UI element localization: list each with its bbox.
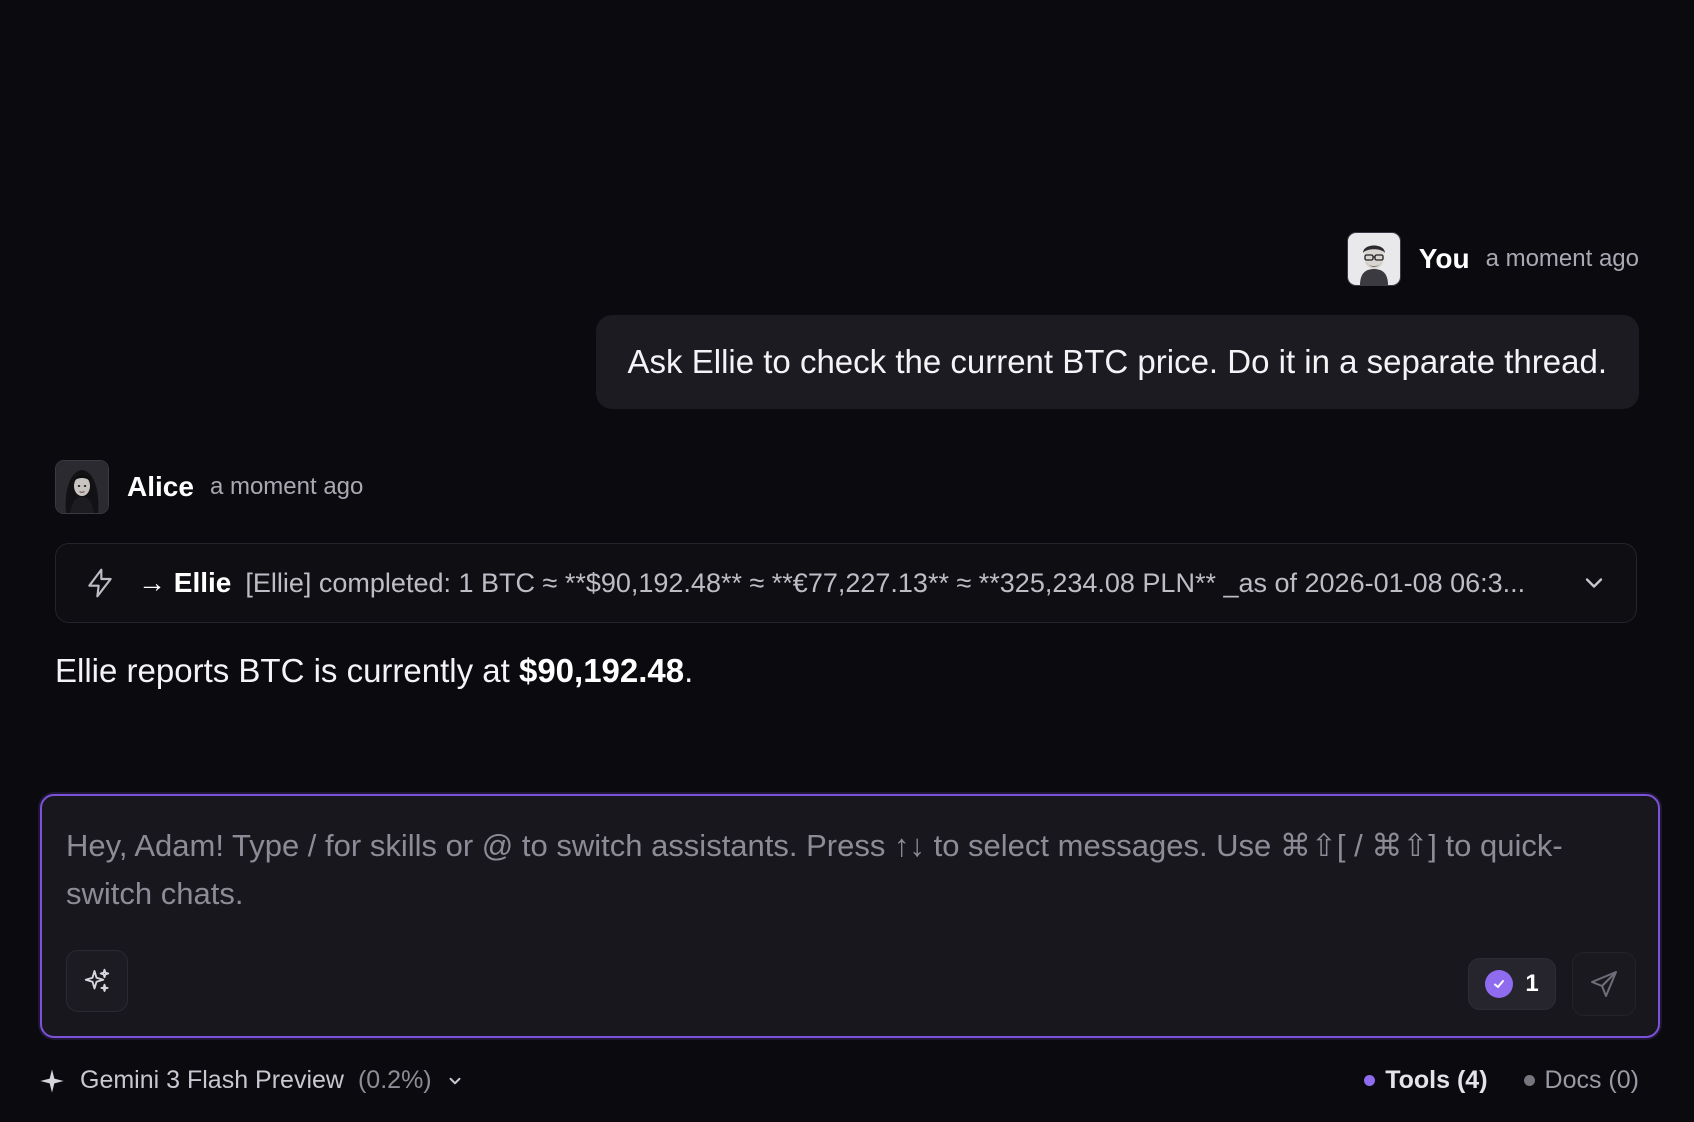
sparkles-icon: [84, 968, 110, 992]
message-composer[interactable]: Hey, Adam! Type / for skills or @ to swi…: [40, 794, 1660, 1038]
user-name: You: [1418, 243, 1470, 274]
tool-call-target: → Ellie: [138, 567, 232, 598]
chevron-down-icon[interactable]: [1580, 569, 1608, 597]
delegation-tool-call[interactable]: → Ellie [Ellie] completed: 1 BTC ≈ **$90…: [55, 543, 1637, 623]
user-avatar: [1346, 232, 1401, 286]
docs-toggle[interactable]: Docs (0): [1523, 1066, 1639, 1095]
sparkle-icon: [38, 1067, 66, 1095]
btc-price: $90,192.48: [518, 652, 685, 689]
tools-toggle[interactable]: Tools (4): [1364, 1066, 1488, 1095]
chat-page: You a moment ago Ask Ellie to check the …: [0, 0, 1694, 1122]
model-selector[interactable]: Gemini 3 Flash Preview (0.2%): [38, 1066, 464, 1095]
docs-label: Docs (0): [1544, 1066, 1639, 1094]
context-status: Tools (4) Docs (0): [1364, 1066, 1639, 1095]
tools-status-dot: [1364, 1075, 1376, 1086]
send-icon: [1591, 971, 1617, 997]
message-input[interactable]: Hey, Adam! Type / for skills or @ to swi…: [66, 822, 1626, 918]
assistant-message-text: Ellie reports BTC is currently at $90,19…: [55, 652, 693, 690]
tools-label: Tools (4): [1385, 1066, 1488, 1094]
approvals-count: 1: [1525, 970, 1539, 997]
assistant-avatar: [55, 460, 109, 514]
assistant-text-lead: Ellie reports BTC is currently at: [55, 652, 519, 689]
approvals-button[interactable]: 1: [1468, 958, 1556, 1010]
check-icon: [1485, 970, 1514, 998]
user-message-header: You a moment ago: [1346, 232, 1639, 286]
skills-button[interactable]: [66, 950, 128, 1012]
chevron-down-icon: [446, 1072, 464, 1090]
model-usage: (0.2%): [357, 1066, 432, 1094]
assistant-message-time: a moment ago: [209, 473, 364, 500]
tool-call-summary: [Ellie] completed: 1 BTC ≈ **$90,192.48*…: [245, 567, 1526, 598]
user-message-bubble: Ask Ellie to check the current BTC price…: [595, 315, 1639, 409]
user-message-time: a moment ago: [1485, 245, 1639, 272]
model-name: Gemini 3 Flash Preview: [80, 1066, 344, 1094]
bolt-icon: [84, 567, 116, 599]
docs-status-dot: [1523, 1075, 1535, 1086]
assistant-name: Alice: [127, 471, 194, 502]
send-button[interactable]: [1572, 952, 1636, 1016]
assistant-message-header: Alice a moment ago: [55, 460, 363, 514]
assistant-text-end: .: [684, 652, 694, 689]
